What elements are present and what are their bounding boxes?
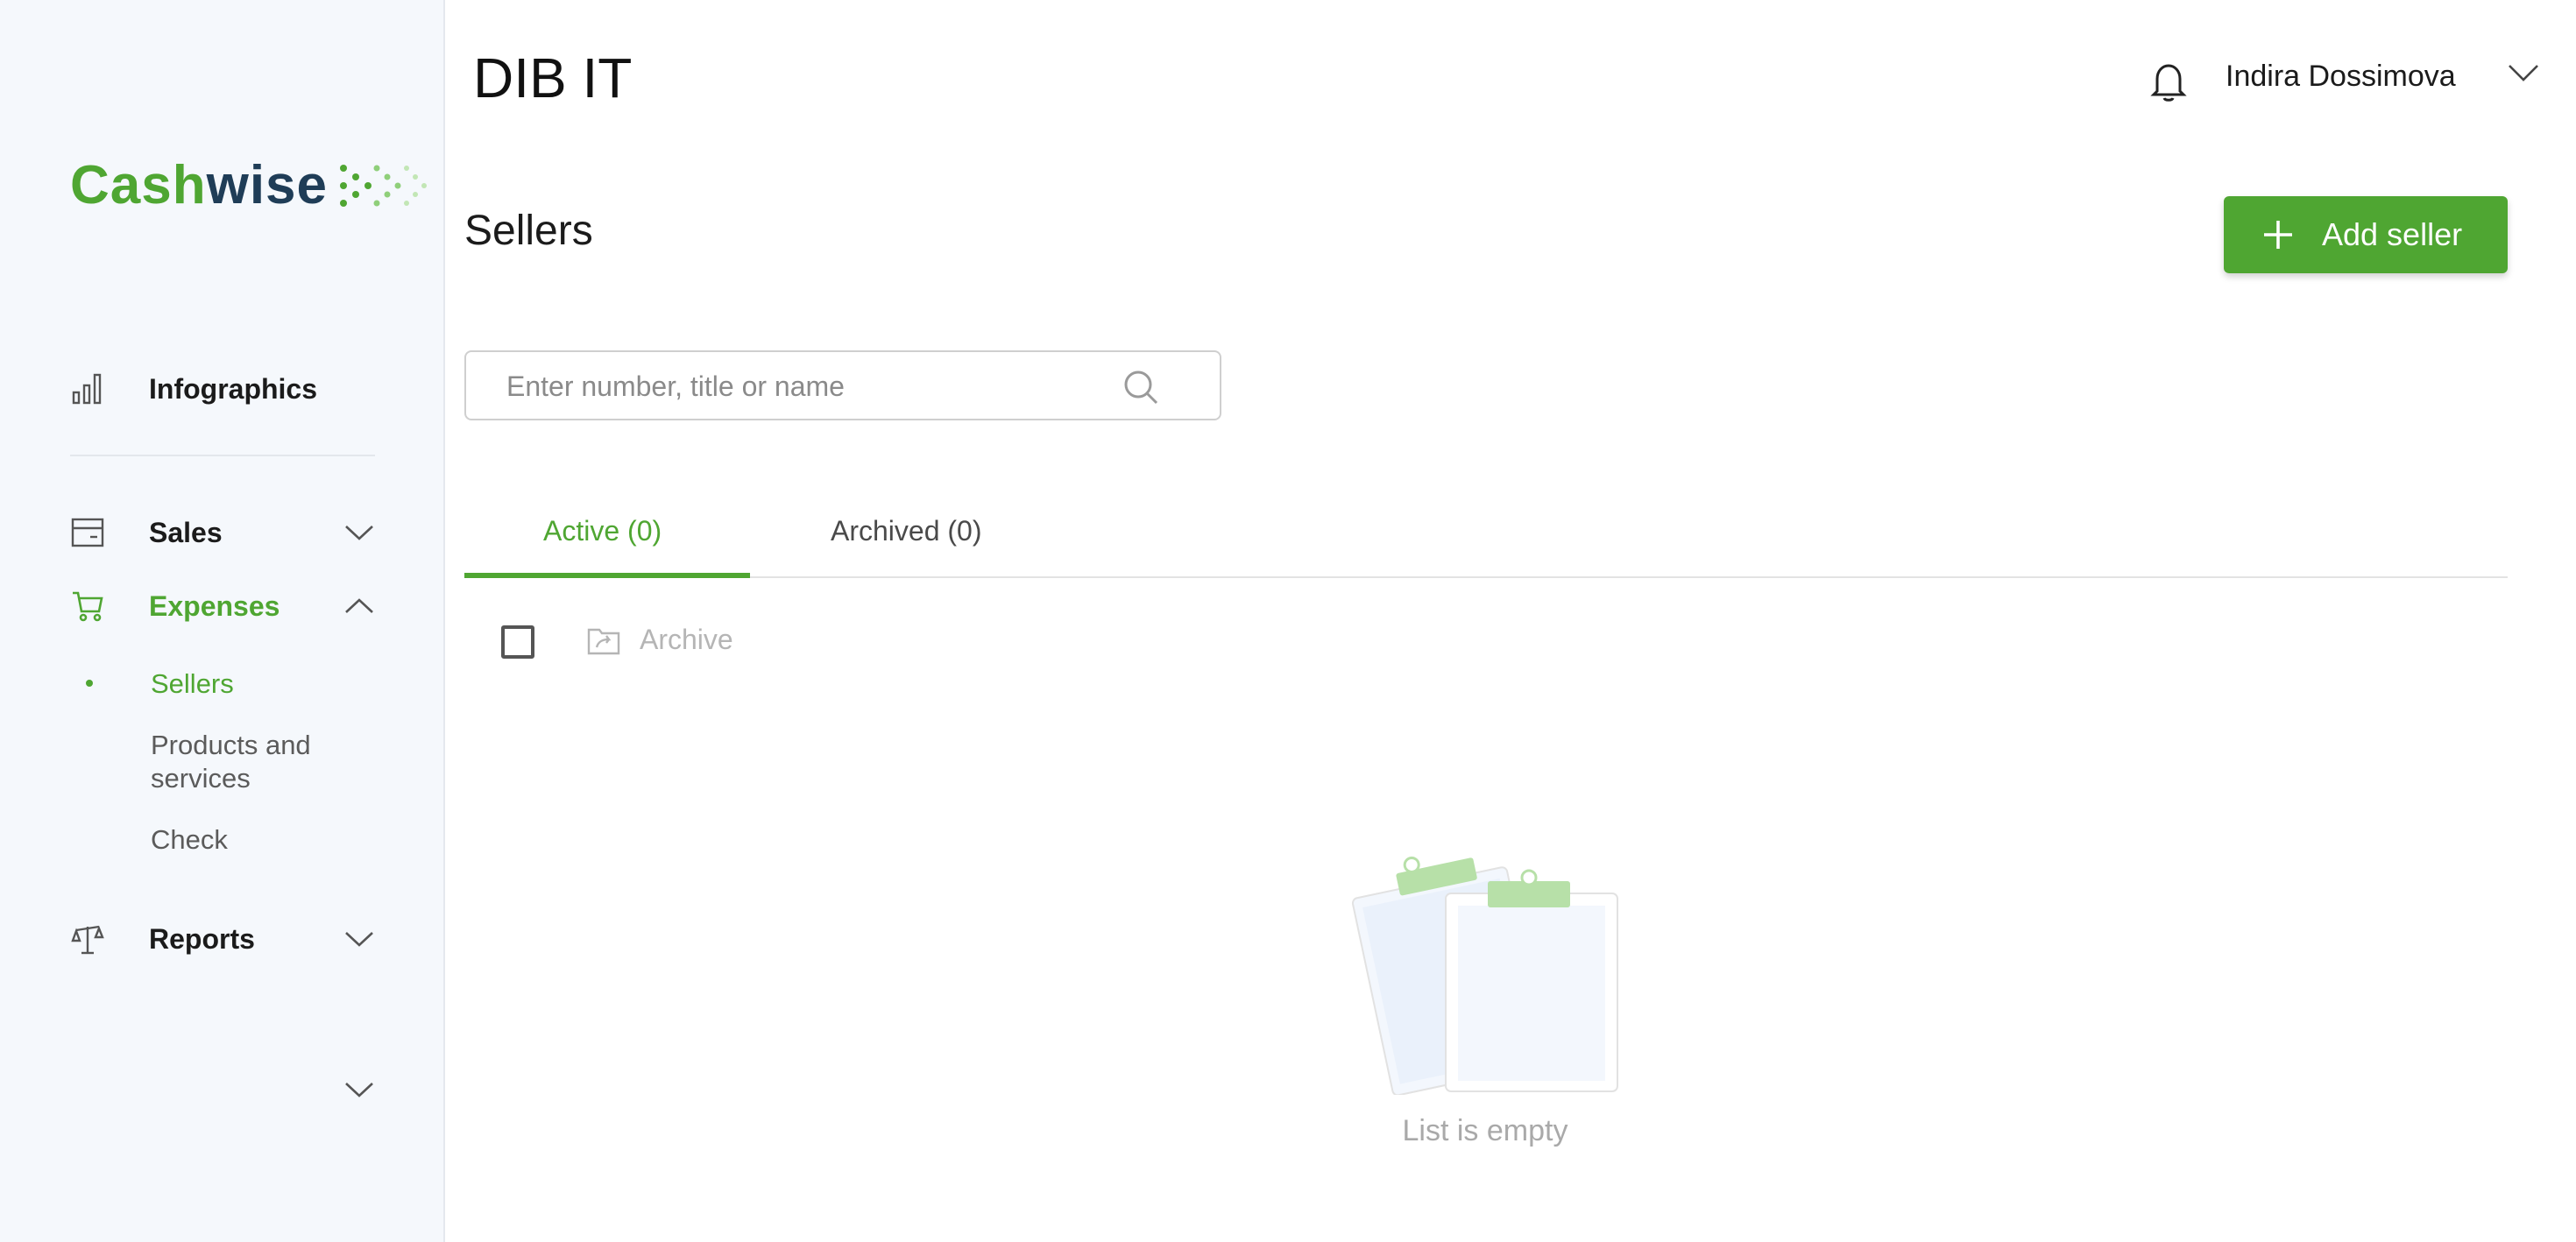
logo-text-wise: wise	[206, 155, 329, 215]
tab-archived[interactable]: Archived (0)	[831, 515, 982, 547]
add-seller-button[interactable]: Add seller	[2224, 196, 2508, 273]
sidebar-item-expenses[interactable]: Expenses	[70, 589, 280, 624]
search-input[interactable]	[506, 368, 1120, 405]
search-icon[interactable]	[1122, 368, 1160, 406]
archive-button[interactable]: Archive	[587, 624, 733, 656]
archive-folder-icon	[587, 628, 620, 654]
reports-chevron-down-icon[interactable]	[342, 921, 377, 956]
cart-icon	[70, 589, 105, 624]
notification-bell-icon[interactable]	[2148, 60, 2189, 103]
tab-active[interactable]: Active (0)	[543, 515, 662, 547]
scales-icon	[70, 921, 105, 956]
empty-clipboard-illustration	[1351, 856, 1618, 1095]
select-all-checkbox[interactable]	[501, 625, 534, 659]
archive-label: Archive	[640, 624, 733, 655]
expenses-chevron-up-icon[interactable]	[342, 589, 377, 624]
active-tab-underline	[464, 573, 750, 578]
add-seller-label: Add seller	[2322, 216, 2463, 252]
plus-icon	[2264, 221, 2292, 249]
sidebar-item-sales[interactable]: Sales	[70, 515, 223, 550]
status-tabs: Active (0) Archived (0)	[464, 490, 2508, 578]
sidebar: Cash wise Infographics Sales Expenses Se…	[0, 0, 445, 1242]
sidebar-item-label: Reports	[149, 922, 255, 955]
page-title: Sellers	[464, 208, 593, 254]
search-box	[464, 350, 1221, 420]
cashwise-logo[interactable]: Cash wise	[70, 154, 429, 216]
sidebar-item-label: Sales	[149, 516, 223, 548]
active-indicator-dot	[86, 680, 93, 687]
sidebar-subitem-sellers[interactable]: Sellers	[151, 667, 370, 701]
bar-chart-icon	[70, 371, 105, 406]
logo-text-cash: Cash	[70, 155, 207, 215]
app-root: Cash wise Infographics Sales Expenses Se…	[0, 0, 2576, 1242]
sidebar-item-label: Infographics	[149, 372, 318, 405]
logo-arrow-dots-icon	[340, 164, 428, 207]
sidebar-subitem-products-and-services[interactable]: Products and services	[151, 729, 370, 795]
sidebar-item-label: Expenses	[149, 589, 280, 622]
sidebar-item-reports[interactable]: Reports	[70, 921, 255, 956]
sidebar-subitem-check[interactable]: Check	[151, 823, 370, 857]
wallet-icon	[70, 515, 105, 550]
sidebar-item-infographics[interactable]: Infographics	[70, 371, 317, 406]
sales-chevron-down-icon[interactable]	[342, 515, 377, 550]
company-name: DIB IT	[473, 46, 633, 109]
empty-state-text: List is empty	[1402, 1114, 1568, 1147]
user-name[interactable]: Indira Dossimova	[2226, 60, 2456, 94]
sidebar-more-chevron-down-icon[interactable]	[342, 1072, 377, 1107]
user-menu-chevron-down-icon[interactable]	[2508, 63, 2543, 98]
sidebar-divider	[70, 455, 375, 456]
